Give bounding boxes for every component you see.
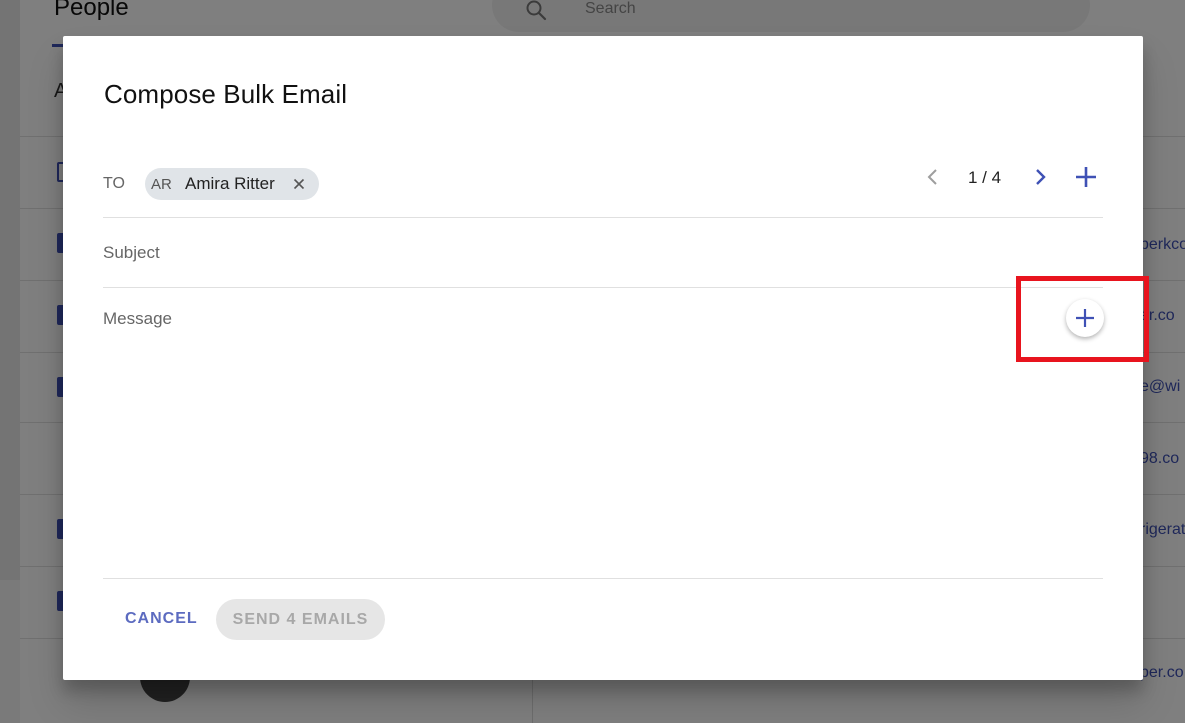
dialog-title: Compose Bulk Email: [104, 79, 348, 109]
plus-icon[interactable]: [1073, 164, 1099, 190]
compose-bulk-email-dialog: Compose Bulk Email TO AR Amira Ritter 1 …: [63, 36, 1143, 680]
send-emails-button[interactable]: SEND 4 EMAILS: [216, 599, 385, 640]
cancel-button[interactable]: CANCEL: [111, 599, 212, 639]
plus-icon: [1076, 309, 1094, 327]
subject-row: [103, 218, 1103, 288]
to-row: TO AR Amira Ritter 1 / 4: [103, 148, 1103, 218]
subject-input[interactable]: [103, 240, 1103, 266]
recipient-name: Amira Ritter: [185, 174, 275, 193]
chevron-right-icon[interactable]: [1028, 165, 1052, 189]
recipient-initials: AR: [151, 175, 172, 193]
pager-count: 1 / 4: [968, 168, 1002, 187]
message-input[interactable]: [103, 309, 1053, 569]
to-label: TO: [103, 175, 125, 192]
close-icon[interactable]: [293, 178, 305, 190]
message-add-button[interactable]: [1066, 299, 1104, 337]
recipient-chip[interactable]: AR Amira Ritter: [145, 168, 319, 200]
message-row: [103, 288, 1103, 579]
chevron-left-icon[interactable]: [921, 165, 945, 189]
